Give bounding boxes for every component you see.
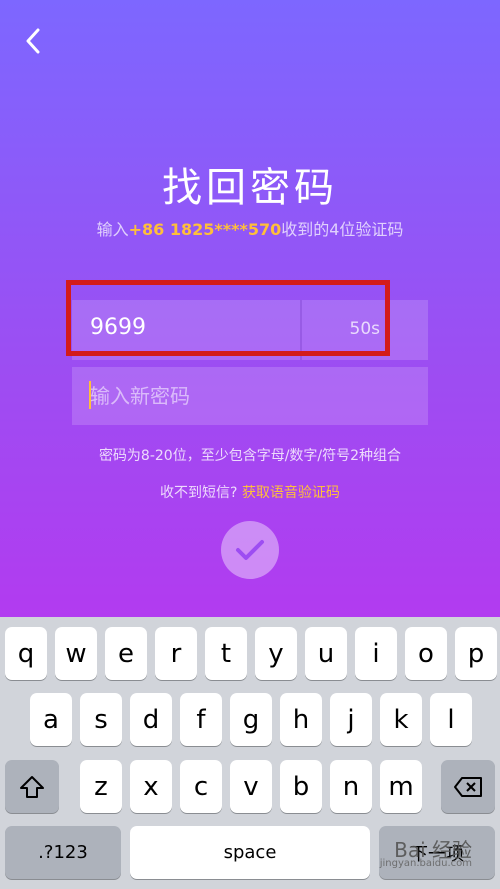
key-x[interactable]: x	[130, 760, 172, 813]
code-instructions: 输入+86 1825****570收到的4位验证码	[0, 216, 500, 240]
key-p[interactable]: p	[455, 627, 497, 680]
back-button[interactable]	[18, 26, 48, 56]
key-i[interactable]: i	[355, 627, 397, 680]
key-g[interactable]: g	[230, 693, 272, 746]
key-q[interactable]: q	[5, 627, 47, 680]
sms-help: 收不到短信? 获取语音验证码	[0, 482, 500, 502]
key-l[interactable]: l	[430, 693, 472, 746]
password-rule-hint: 密码为8-20位，至少包含字母/数字/符号2种组合	[98, 448, 402, 464]
key-w[interactable]: w	[55, 627, 97, 680]
key-a[interactable]: a	[30, 693, 72, 746]
key-r[interactable]: r	[155, 627, 197, 680]
confirm-button[interactable]	[221, 521, 279, 579]
key-c[interactable]: c	[180, 760, 222, 813]
key-n[interactable]: n	[330, 760, 372, 813]
key-t[interactable]: t	[205, 627, 247, 680]
checkmark-icon	[236, 540, 264, 560]
key-k[interactable]: k	[380, 693, 422, 746]
key-f[interactable]: f	[180, 693, 222, 746]
key-u[interactable]: u	[305, 627, 347, 680]
sms-prompt: 收不到短信?	[160, 485, 238, 501]
key-s[interactable]: s	[80, 693, 122, 746]
backspace-icon	[454, 776, 482, 797]
new-password-field[interactable]	[72, 367, 428, 425]
keyboard: q w e r t y u i o p a s d f g h j k l z …	[0, 617, 500, 889]
space-key[interactable]: space	[130, 826, 370, 879]
shift-key[interactable]	[5, 760, 59, 813]
instructions-prefix: 输入	[96, 220, 129, 239]
page-title: 找回密码	[162, 165, 338, 211]
key-d[interactable]: d	[130, 693, 172, 746]
instructions-suffix: 收到的4位验证码	[281, 220, 404, 239]
new-password-input[interactable]	[72, 367, 428, 425]
text-cursor	[89, 381, 91, 409]
phone-number: +86 1825****570	[128, 220, 282, 239]
key-o[interactable]: o	[405, 627, 447, 680]
key-y[interactable]: y	[255, 627, 297, 680]
baidu-jingyan-watermark: Bai 经验 jingyan.baidu.com	[380, 834, 472, 869]
key-v[interactable]: v	[230, 760, 272, 813]
app-screen: 找回密码 输入+86 1825****570收到的4位验证码 9699 50s …	[0, 0, 500, 617]
key-h[interactable]: h	[280, 693, 322, 746]
voice-code-link[interactable]: 获取语音验证码	[242, 485, 340, 501]
key-m[interactable]: m	[380, 760, 422, 813]
key-j[interactable]: j	[330, 693, 372, 746]
watermark-url: jingyan.baidu.com	[379, 858, 472, 869]
key-e[interactable]: e	[105, 627, 147, 680]
highlight-annotation-box	[66, 280, 390, 356]
key-b[interactable]: b	[280, 760, 322, 813]
numbers-key[interactable]: .?123	[5, 826, 121, 879]
key-z[interactable]: z	[80, 760, 122, 813]
shift-icon	[20, 775, 44, 798]
delete-key[interactable]	[441, 760, 495, 813]
chevron-left-icon	[26, 28, 40, 54]
